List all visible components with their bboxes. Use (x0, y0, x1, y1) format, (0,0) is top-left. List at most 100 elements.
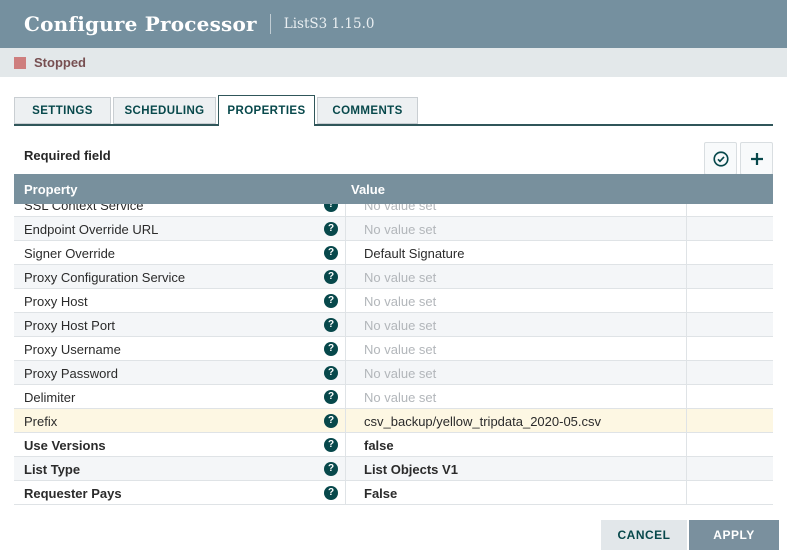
help-icon[interactable]: ? (324, 414, 338, 428)
help-icon[interactable]: ? (324, 342, 338, 356)
property-cell: List Type ? (14, 457, 345, 481)
table-row: SSL Context Service ? No value set (14, 204, 773, 217)
property-value: No value set (364, 390, 436, 405)
row-spacer-cell (686, 433, 773, 457)
row-spacer-cell (686, 265, 773, 289)
property-value: False (364, 486, 397, 501)
table-row: Prefix ? csv_backup/yellow_tripdata_2020… (14, 409, 773, 433)
row-spacer-cell (686, 409, 773, 433)
value-cell[interactable]: csv_backup/yellow_tripdata_2020-05.csv (345, 409, 686, 433)
value-cell[interactable]: No value set (345, 385, 686, 409)
table-row: Requester Pays ? False (14, 481, 773, 505)
help-icon[interactable]: ? (324, 318, 338, 332)
row-spacer-cell (686, 241, 773, 265)
property-name: Requester Pays (24, 486, 122, 501)
help-icon[interactable]: ? (324, 366, 338, 380)
tab-properties[interactable]: PROPERTIES (218, 95, 315, 126)
value-cell[interactable]: No value set (345, 289, 686, 313)
row-spacer-cell (686, 481, 773, 505)
property-name: Proxy Host (24, 294, 88, 309)
value-cell[interactable]: No value set (345, 265, 686, 289)
status-label: Stopped (34, 55, 86, 70)
table-header: Property Value (14, 174, 773, 204)
value-cell[interactable]: No value set (345, 313, 686, 337)
tab-scheduling[interactable]: SCHEDULING (113, 97, 216, 124)
value-cell[interactable]: false (345, 433, 686, 457)
value-cell[interactable]: False (345, 481, 686, 505)
table-row: Delimiter ? No value set (14, 385, 773, 409)
status-bar: Stopped (0, 48, 787, 77)
dialog-title: Configure Processor (24, 12, 257, 36)
property-cell: Use Versions ? (14, 433, 345, 457)
value-cell[interactable]: No value set (345, 217, 686, 241)
add-property-button[interactable] (740, 142, 773, 175)
column-header-value: Value (345, 182, 686, 197)
help-icon[interactable]: ? (324, 438, 338, 452)
property-cell: SSL Context Service ? (14, 204, 345, 217)
property-cell: Requester Pays ? (14, 481, 345, 505)
property-name: Prefix (24, 414, 57, 429)
tab-bar: SETTINGS SCHEDULING PROPERTIES COMMENTS (14, 95, 773, 126)
property-cell: Proxy Configuration Service ? (14, 265, 345, 289)
property-value: No value set (364, 270, 436, 285)
help-icon[interactable]: ? (324, 294, 338, 308)
stopped-status-icon (14, 57, 26, 69)
cancel-button[interactable]: CANCEL (601, 520, 687, 550)
property-cell: Delimiter ? (14, 385, 345, 409)
configure-processor-dialog: Configure Processor ListS3 1.15.0 Stoppe… (0, 0, 787, 554)
help-icon[interactable]: ? (324, 462, 338, 476)
table-row: Proxy Password ? No value set (14, 361, 773, 385)
property-cell: Prefix ? (14, 409, 345, 433)
row-spacer-cell (686, 313, 773, 337)
help-icon[interactable]: ? (324, 390, 338, 404)
row-spacer-cell (686, 337, 773, 361)
tab-underline (14, 124, 773, 126)
property-cell: Proxy Password ? (14, 361, 345, 385)
table-row: Use Versions ? false (14, 433, 773, 457)
table-row: List Type ? List Objects V1 (14, 457, 773, 481)
property-name: Proxy Password (24, 366, 118, 381)
row-spacer-cell (686, 204, 773, 217)
property-name: Delimiter (24, 390, 75, 405)
circle-check-icon (712, 150, 730, 168)
title-divider (270, 14, 271, 34)
tab-comments[interactable]: COMMENTS (317, 97, 418, 124)
property-value: No value set (364, 366, 436, 381)
row-spacer-cell (686, 289, 773, 313)
tab-settings[interactable]: SETTINGS (14, 97, 111, 124)
apply-button[interactable]: APPLY (689, 520, 779, 550)
value-cell[interactable]: List Objects V1 (345, 457, 686, 481)
value-cell[interactable]: No value set (345, 337, 686, 361)
row-spacer-cell (686, 217, 773, 241)
properties-table: Property Value SSL Context Service ? No … (14, 174, 773, 505)
help-icon[interactable]: ? (324, 222, 338, 236)
table-row: Signer Override ? Default Signature (14, 241, 773, 265)
property-name: Proxy Configuration Service (24, 270, 185, 285)
table-row: Proxy Username ? No value set (14, 337, 773, 361)
property-cell: Proxy Host Port ? (14, 313, 345, 337)
dialog-titlebar: Configure Processor ListS3 1.15.0 (0, 0, 787, 48)
row-spacer-cell (686, 385, 773, 409)
verify-properties-button[interactable] (704, 142, 737, 175)
column-header-property: Property (14, 182, 345, 197)
help-icon[interactable]: ? (324, 486, 338, 500)
property-name: List Type (24, 462, 80, 477)
table-row: Endpoint Override URL ? No value set (14, 217, 773, 241)
property-name: Proxy Username (24, 342, 121, 357)
property-value: No value set (364, 204, 436, 213)
help-icon[interactable]: ? (324, 270, 338, 284)
value-cell[interactable]: No value set (345, 361, 686, 385)
value-cell[interactable]: No value set (345, 204, 686, 217)
table-row: Proxy Configuration Service ? No value s… (14, 265, 773, 289)
row-spacer-cell (686, 457, 773, 481)
property-cell: Proxy Host ? (14, 289, 345, 313)
help-icon[interactable]: ? (324, 246, 338, 260)
property-value: No value set (364, 318, 436, 333)
property-name: SSL Context Service (24, 204, 143, 213)
help-icon[interactable]: ? (324, 204, 338, 212)
value-cell[interactable]: Default Signature (345, 241, 686, 265)
table-row: Proxy Host Port ? No value set (14, 313, 773, 337)
table-row: Proxy Host ? No value set (14, 289, 773, 313)
property-value: No value set (364, 222, 436, 237)
property-name: Endpoint Override URL (24, 222, 158, 237)
